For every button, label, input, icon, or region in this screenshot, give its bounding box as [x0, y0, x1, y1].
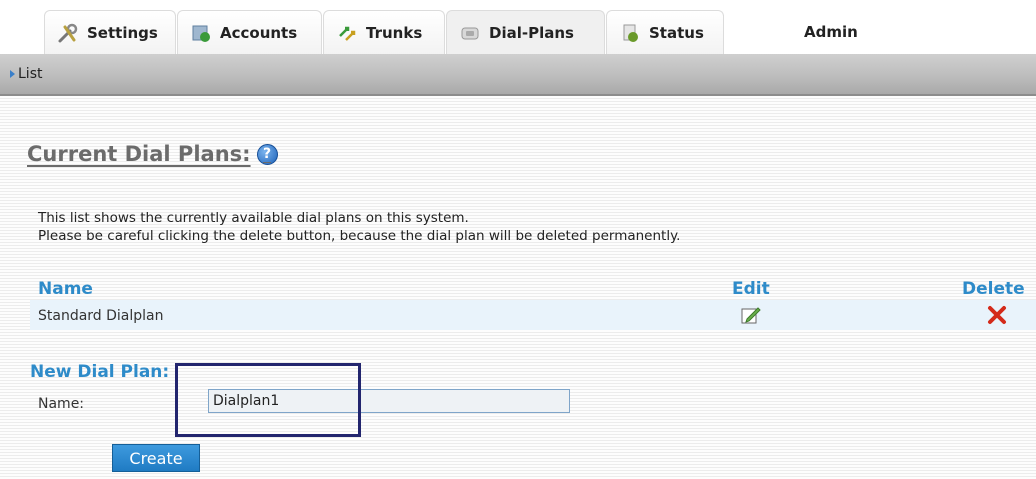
edit-pencil-icon[interactable]	[740, 304, 762, 326]
tab-label: Settings	[87, 23, 158, 42]
dial-plan-name: Standard Dialplan	[38, 308, 164, 324]
column-header-edit: Edit	[732, 279, 770, 299]
tab-accounts[interactable]: Accounts	[177, 10, 322, 54]
delete-x-icon[interactable]	[986, 304, 1008, 326]
tab-label: Accounts	[220, 23, 298, 42]
description-line: This list shows the currently available …	[38, 210, 469, 226]
column-header-delete: Delete	[962, 279, 1025, 299]
sub-navigation: List	[0, 54, 1036, 96]
status-icon	[619, 22, 641, 44]
column-header-name: Name	[38, 279, 93, 299]
create-button[interactable]: Create	[112, 444, 200, 472]
wrench-screwdriver-icon	[57, 22, 79, 44]
tab-dial-plans[interactable]: Dial-Plans	[446, 10, 605, 54]
triangle-right-icon	[10, 70, 15, 78]
subnav-item-label: List	[18, 66, 43, 82]
table-row: Standard Dialplan	[30, 300, 1036, 330]
tab-trunks[interactable]: Trunks	[323, 10, 445, 54]
dial-plan-name-input[interactable]	[208, 389, 570, 413]
phone-icon	[459, 22, 481, 44]
page-title-block: Current Dial Plans: ?	[27, 142, 278, 166]
subnav-item-list[interactable]: List	[10, 66, 42, 82]
tab-admin[interactable]: Admin	[790, 10, 890, 54]
accounts-icon	[190, 22, 212, 44]
page-title: Current Dial Plans:	[27, 142, 251, 166]
tab-label: Trunks	[366, 23, 423, 42]
help-icon[interactable]: ?	[256, 143, 278, 165]
tab-bar: Settings Accounts Trunks Dial-Plans Stat…	[0, 0, 1036, 54]
description: This list shows the currently available …	[38, 209, 680, 245]
tab-label: Dial-Plans	[489, 23, 574, 42]
tab-settings[interactable]: Settings	[44, 10, 176, 54]
description-line: Please be careful clicking the delete bu…	[38, 228, 681, 244]
tab-status[interactable]: Status	[606, 10, 724, 54]
new-dial-plan-title: New Dial Plan:	[30, 362, 170, 382]
trunks-arrows-icon	[336, 22, 358, 44]
tab-label: Status	[649, 23, 704, 42]
tab-label: Admin	[804, 23, 858, 41]
name-field-label: Name:	[38, 396, 85, 412]
